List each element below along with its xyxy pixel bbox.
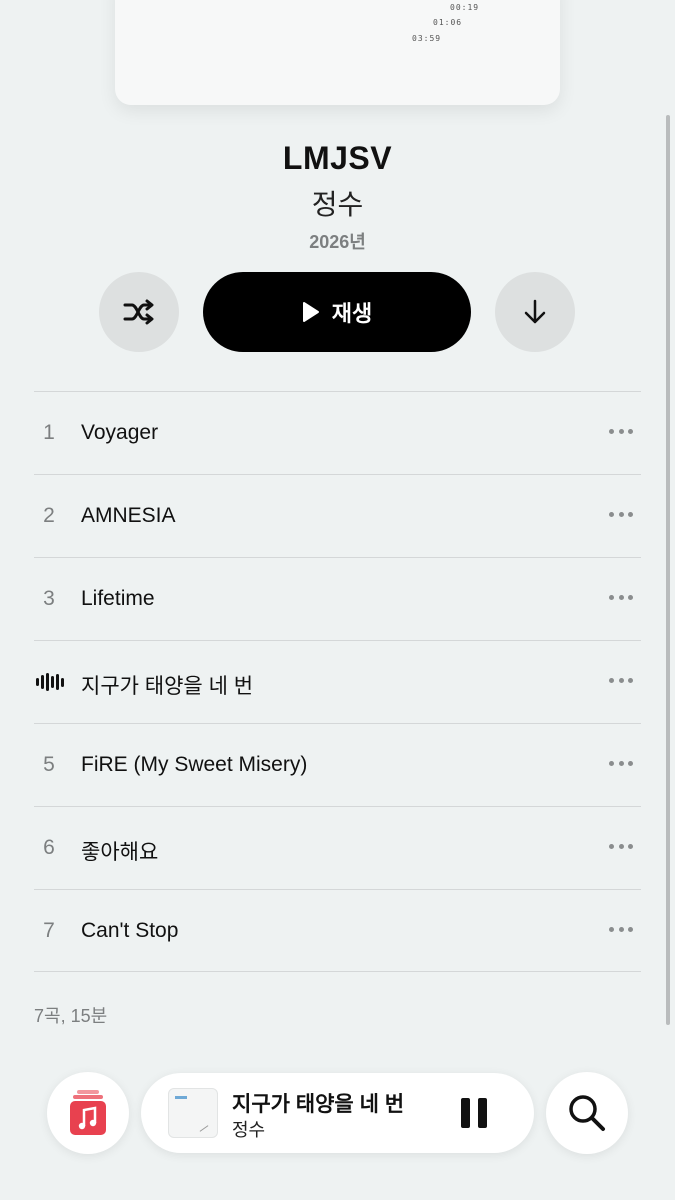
mini-player-artwork [168,1088,218,1138]
artwork-text: 00:19 [450,3,480,12]
track-row[interactable]: 2 AMNESIA [34,474,641,557]
play-label: 재생 [331,301,373,326]
track-title: Lifetime [81,587,155,610]
track-title: Voyager [81,421,159,444]
track-row[interactable]: 6 좋아해요 [34,806,641,889]
album-artwork: 00:19 01:06 03:59 [115,0,560,105]
download-button[interactable] [495,272,575,352]
track-row[interactable]: 3 Lifetime [34,557,641,640]
track-title: 좋아해요 [81,841,159,864]
mini-player[interactable]: 지구가 태양을 네 번 정수 [141,1073,534,1153]
album-year: 2026년 [309,232,366,252]
track-number: 1 [43,421,55,444]
track-number: 3 [43,587,55,610]
more-options-icon[interactable] [609,585,633,609]
track-row[interactable]: 1 Voyager [34,391,641,474]
track-list: 1 Voyager 2 AMNESIA 3 Lifetime 지구가 태양을 네… [34,391,641,972]
track-number: 2 [43,504,55,527]
track-row[interactable]: 7 Can't Stop [34,889,641,972]
track-row-now-playing[interactable]: 지구가 태양을 네 번 [34,640,641,723]
track-number: 7 [43,919,55,942]
track-row[interactable]: 5 FiRE (My Sweet Misery) [34,723,641,806]
library-button[interactable] [47,1072,129,1154]
shuffle-icon [123,299,154,325]
download-arrow-icon [524,299,546,324]
search-button[interactable] [546,1072,628,1154]
more-options-icon[interactable] [609,751,633,775]
shuffle-button[interactable] [99,272,179,352]
now-playing-waveform-icon [36,673,64,691]
track-number: 5 [43,753,55,776]
search-icon [569,1095,605,1131]
more-options-icon[interactable] [609,502,633,526]
now-playing-title: 지구가 태양을 네 번 [232,1093,405,1116]
track-title: Can't Stop [81,919,179,942]
more-options-icon[interactable] [609,917,633,941]
artwork-text: 03:59 [412,34,442,43]
play-icon [302,302,319,322]
more-options-icon[interactable] [609,834,633,858]
play-button[interactable]: 재생 [203,272,471,352]
album-title: LMJSV [282,140,393,176]
now-playing-artist: 정수 [232,1120,266,1140]
pause-icon[interactable] [461,1098,487,1128]
artwork-text: 01:06 [433,18,463,27]
more-options-icon[interactable] [609,419,633,443]
music-app-icon [70,1090,106,1135]
track-number: 6 [43,836,55,859]
album-artist[interactable]: 정수 [0,183,675,223]
album-summary: 7곡, 15분 [34,1006,108,1026]
track-title: FiRE (My Sweet Misery) [81,753,308,776]
more-options-icon[interactable] [609,668,633,692]
track-title: AMNESIA [81,504,176,527]
track-title: 지구가 태양을 네 번 [81,675,254,698]
